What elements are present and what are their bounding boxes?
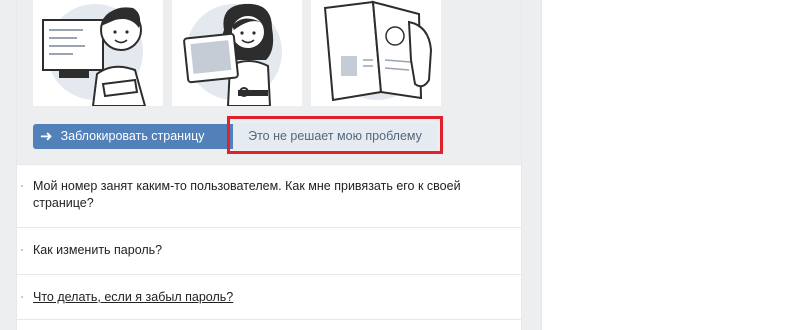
block-page-button[interactable]: ➜ Заблокировать страницу [33,124,238,149]
divider [17,227,521,228]
woman-with-tablet-illustration [172,0,302,106]
bullet-icon [21,185,23,187]
divider [17,319,521,320]
illustrations-band: ➜ Заблокировать страницу Это не решает м… [17,0,521,164]
not-solved-button[interactable]: Это не решает мою проблему [233,123,437,150]
help-card: ➜ Заблокировать страницу Это не решает м… [16,0,522,330]
faq-item-label: Что делать, если я забыл пароль? [33,290,234,304]
block-page-label: Заблокировать страницу [60,129,205,143]
passport-in-hand-illustration [311,0,441,106]
divider [17,164,521,165]
person-at-computer-illustration [33,0,163,106]
bullet-icon [21,296,23,298]
bullet-icon [21,249,23,251]
faq-item-label: Мой номер занят каким-то пользователем. … [33,179,461,210]
arrow-right-icon: ➜ [40,128,53,145]
faq-item-forgot-password[interactable]: Что делать, если я забыл пароль? [17,289,521,306]
faq-item-phone-taken[interactable]: Мой номер занят каким-то пользователем. … [17,178,521,212]
divider [17,274,521,275]
right-column [541,0,800,330]
faq-item-change-password[interactable]: Как изменить пароль? [17,242,521,259]
faq-item-label: Как изменить пароль? [33,243,163,257]
